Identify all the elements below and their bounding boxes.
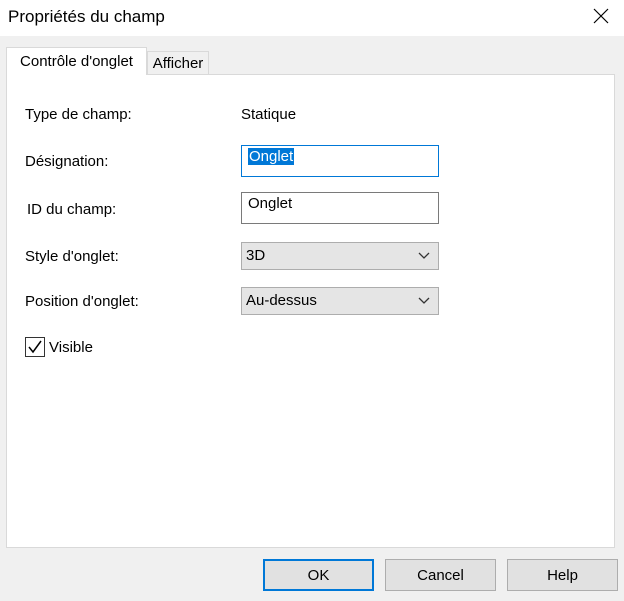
tab-display[interactable]: Afficher	[147, 51, 209, 74]
designation-input[interactable]: Onglet	[241, 145, 439, 177]
chevron-down-icon	[418, 297, 430, 304]
ok-button[interactable]: OK	[263, 559, 374, 591]
field-type-label: Type de champ:	[25, 106, 132, 123]
close-icon	[593, 8, 609, 24]
field-id-value: Onglet	[248, 195, 293, 212]
tab-style-value: 3D	[246, 247, 266, 264]
tab-label: Contrôle d'onglet	[20, 53, 133, 70]
help-button-label: Help	[547, 566, 578, 584]
title-bar: Propriétés du champ	[0, 0, 624, 36]
tab-position-value: Au-dessus	[246, 292, 317, 309]
designation-value: Onglet	[248, 148, 295, 165]
tab-position-select[interactable]: Au-dessus	[241, 287, 439, 315]
cancel-button[interactable]: Cancel	[385, 559, 496, 591]
help-button[interactable]: Help	[507, 559, 618, 591]
visible-checkbox[interactable]	[25, 337, 45, 357]
ok-button-label: OK	[307, 566, 330, 584]
visible-label[interactable]: Visible	[49, 339, 93, 356]
field-id-label: ID du champ:	[27, 201, 117, 218]
field-type-value: Statique	[241, 106, 297, 123]
chevron-down-icon	[418, 252, 430, 259]
tab-style-select[interactable]: 3D	[241, 242, 439, 270]
tab-position-label: Position d'onglet:	[25, 293, 139, 310]
checkmark-icon	[28, 340, 42, 354]
tab-style-label: Style d'onglet:	[25, 248, 119, 265]
tab-label: Afficher	[152, 54, 204, 72]
designation-label: Désignation:	[25, 153, 109, 170]
close-button[interactable]	[578, 0, 624, 32]
tab-tab-control[interactable]: Contrôle d'onglet	[6, 47, 147, 75]
cancel-button-label: Cancel	[417, 566, 464, 584]
window-title: Propriétés du champ	[8, 7, 165, 26]
field-id-input[interactable]: Onglet	[241, 192, 439, 224]
